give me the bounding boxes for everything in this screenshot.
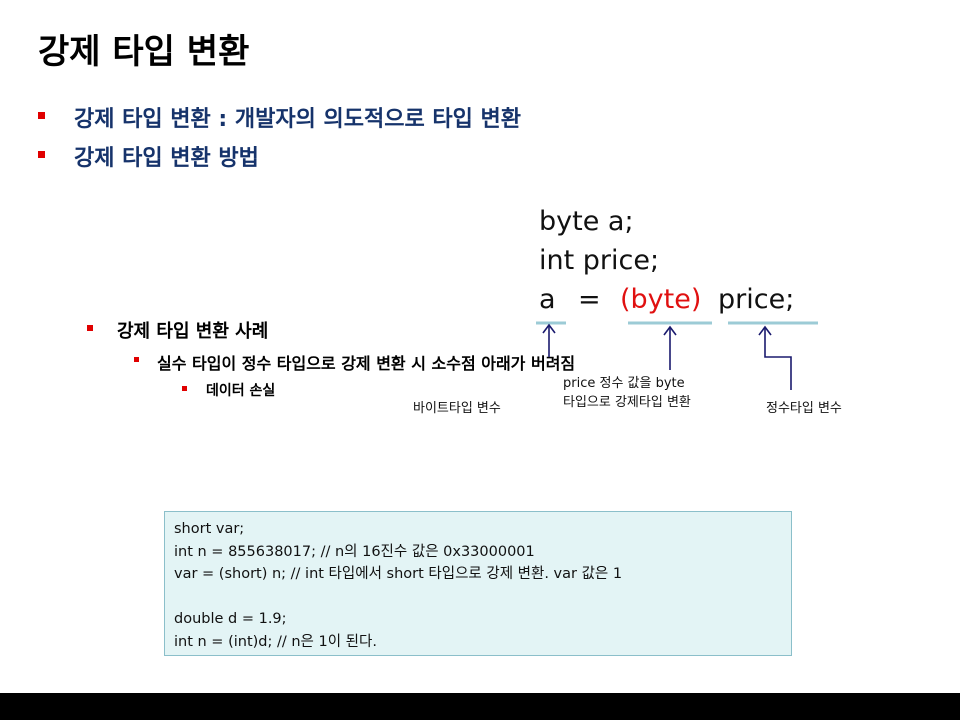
label-cast-line2: 타입으로 강제타입 변환 bbox=[563, 395, 691, 410]
code-line: int n = (int)d; // n은 1이 된다. bbox=[174, 633, 377, 650]
arrow-int-var bbox=[764, 327, 792, 390]
code-example-box: short var; int n = 855638017; // n의 16진수… bbox=[164, 511, 792, 656]
footer-bar bbox=[0, 693, 960, 720]
code-line: int n = 855638017; // n의 16진수 값은 0x33000… bbox=[174, 543, 535, 560]
code-line: var = (short) n; // int 타입에서 short 타입으로 … bbox=[174, 566, 623, 583]
code-line: double d = 1.9; bbox=[174, 611, 287, 628]
label-int-variable: 정수타입 변수 bbox=[766, 401, 842, 416]
label-cast-line1: price 정수 값을 byte bbox=[563, 376, 685, 391]
code-line: short var; bbox=[174, 521, 245, 537]
label-byte-variable: 바이트타입 변수 bbox=[413, 401, 501, 416]
